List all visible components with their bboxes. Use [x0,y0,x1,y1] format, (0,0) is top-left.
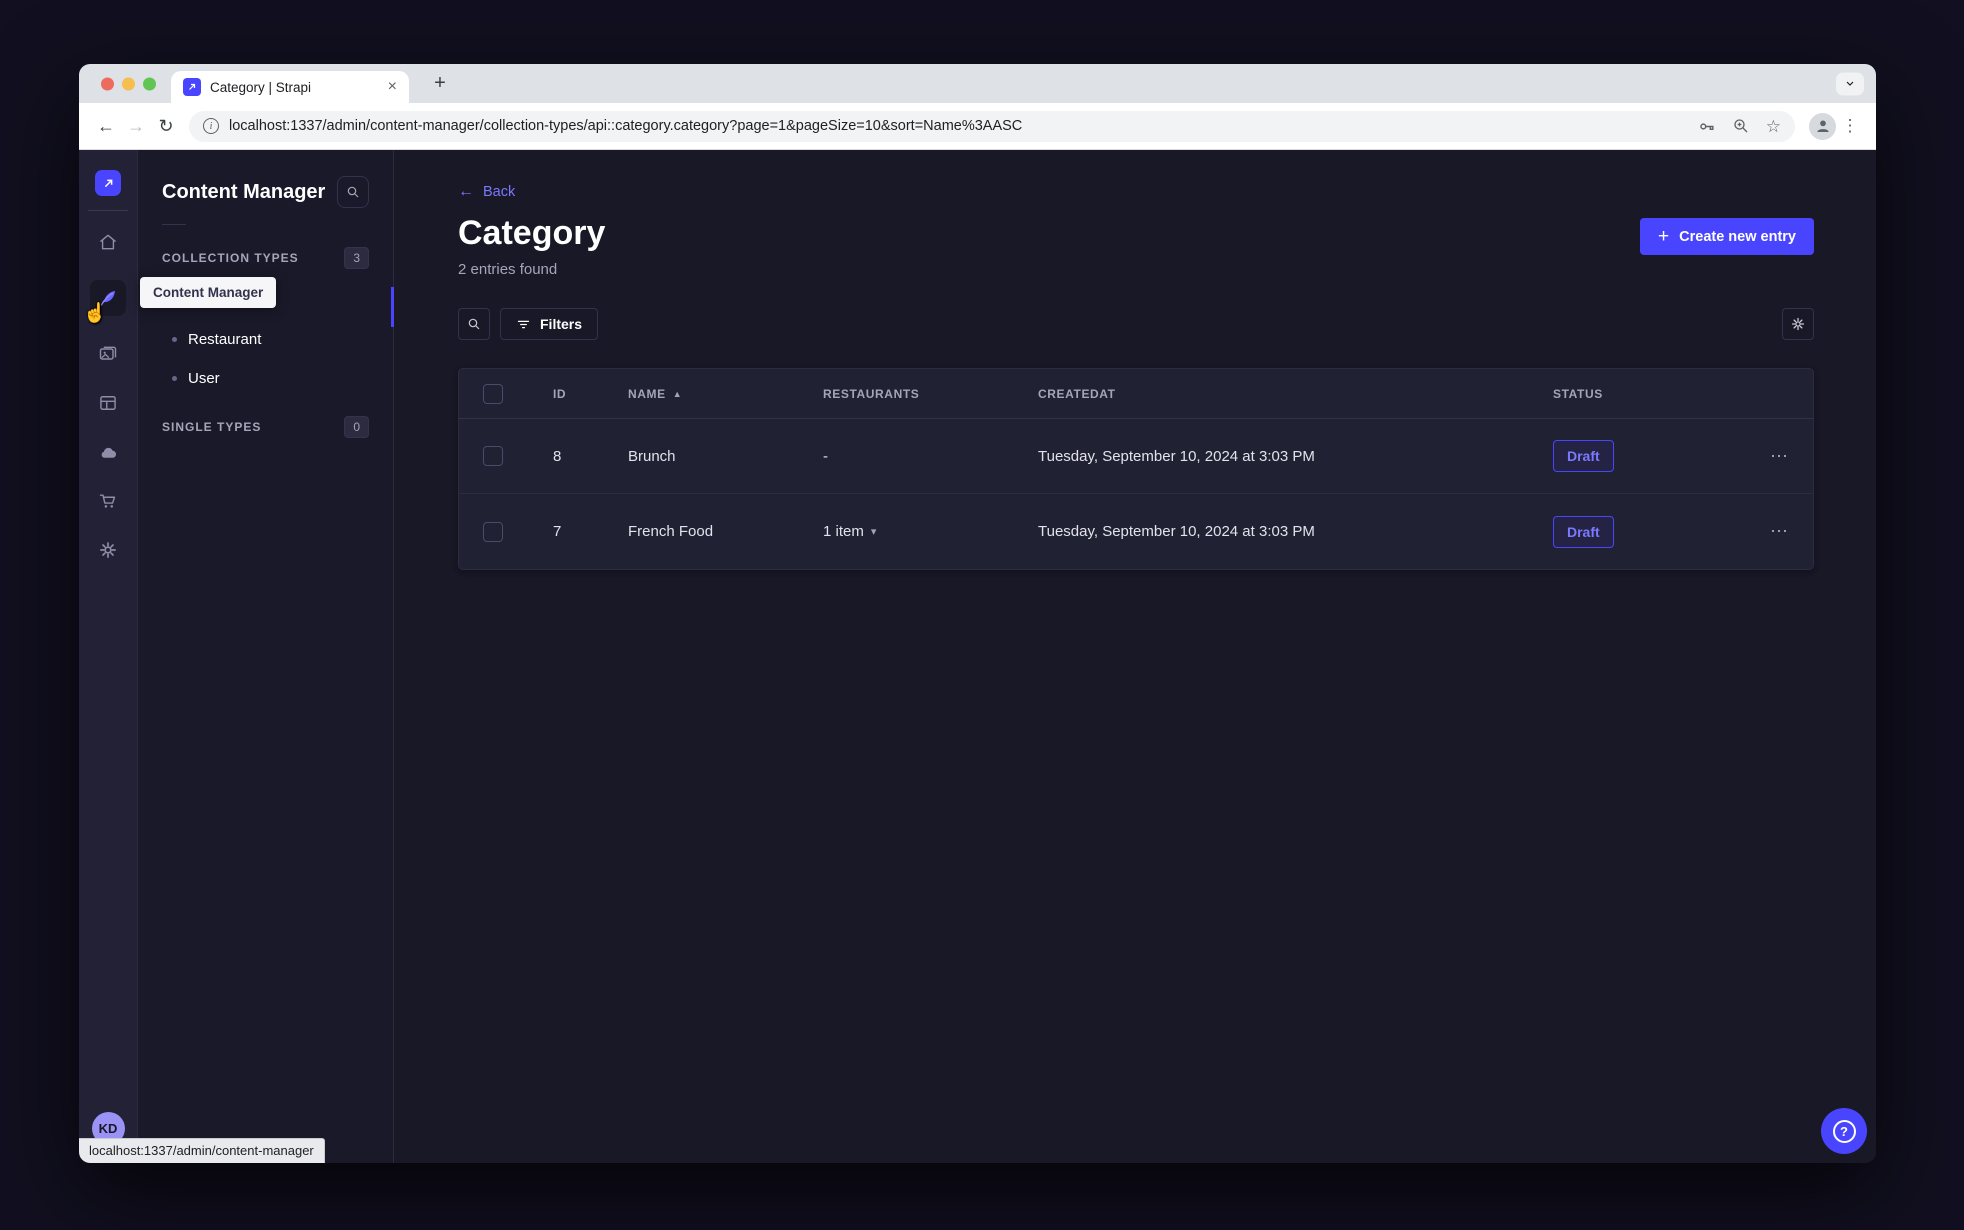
create-new-entry-button[interactable]: + Create new entry [1640,218,1814,255]
cell-id: 8 [553,447,562,465]
cell-restaurants: - [823,447,828,465]
column-header-restaurants[interactable]: RESTAURANTS [823,387,1038,401]
media-library-icon[interactable] [97,343,119,365]
select-all-checkbox[interactable] [483,383,503,404]
entries-table: ID NAME ▲ RESTAURANTS CREATEDAT STATUS 8… [458,368,1814,570]
single-types-count: 0 [344,416,369,438]
browser-tab[interactable]: Category | Strapi × [171,71,409,103]
column-header-createdat[interactable]: CREATEDAT [1038,387,1553,401]
subnav-divider [162,224,186,225]
column-header-id[interactable]: ID [553,387,628,401]
bullet-icon [172,376,177,381]
tab-list-chevron-button[interactable] [1836,72,1864,95]
sort-asc-icon: ▲ [672,388,683,399]
table-settings-button[interactable] [1782,308,1814,340]
entries-count: 2 entries found [458,261,558,278]
traffic-lights [101,77,156,90]
back-arrow-icon: ← [458,183,474,200]
zoom-page-icon[interactable] [1732,117,1750,135]
back-icon[interactable]: ← [91,111,121,141]
subnav-item-label: User [188,370,220,387]
content-manager-subnav: Content Manager COLLECTION TYPES 3 Categ… [138,150,394,1163]
tab-strip: Category | Strapi × + [79,64,1876,103]
cloud-icon[interactable] [97,441,119,463]
bookmark-star-icon[interactable]: ☆ [1766,118,1781,135]
cell-createdat: Tuesday, September 10, 2024 at 3:03 PM [1038,523,1315,540]
subnav-item-label: Restaurant [188,331,262,348]
filters-button[interactable]: Filters [500,308,599,340]
strapi-logo[interactable] [95,170,121,196]
cell-restaurants[interactable]: 1 item ▾ [823,523,1038,540]
main-nav-rail: ☝ KD [79,150,138,1163]
site-info-icon[interactable]: i [203,118,219,134]
browser-window: Category | Strapi × + ← → ↻ i localhost:… [79,64,1876,1163]
subnav-title: Content Manager [162,180,326,203]
new-tab-button[interactable]: + [427,71,453,97]
main-content: ← Back Category 2 entries found + Create… [394,150,1876,1163]
omnibox-actions: ☆ [1697,117,1781,136]
filters-label: Filters [540,316,583,332]
home-icon[interactable] [97,231,119,253]
row-actions-icon[interactable]: ⋯ [1713,521,1789,542]
collection-types-label: COLLECTION TYPES [162,251,299,265]
help-button[interactable]: ? [1821,1108,1867,1154]
mouse-cursor: ☝ [83,303,107,324]
content-type-builder-icon[interactable] [97,392,119,414]
subnav-search-button[interactable] [337,176,369,208]
settings-gear-icon[interactable] [97,539,119,561]
back-label: Back [483,184,516,200]
single-types-label: SINGLE TYPES [162,420,262,434]
search-button[interactable] [458,308,490,340]
table-header-row: ID NAME ▲ RESTAURANTS CREATEDAT STATUS [459,369,1813,419]
forward-icon: → [127,115,145,136]
address-bar[interactable]: i localhost:1337/admin/content-manager/c… [189,110,1795,142]
create-button-label: Create new entry [1679,228,1796,245]
status-badge: Draft [1553,440,1614,472]
collection-types-count: 3 [344,247,369,269]
minimize-window-button[interactable] [122,77,135,90]
active-item-indicator [391,287,394,327]
maximize-window-button[interactable] [143,77,156,90]
tab-close-icon[interactable]: × [386,79,399,95]
browser-toolbar: ← → ↻ i localhost:1337/admin/content-man… [79,103,1876,150]
reload-icon[interactable]: ↻ [151,111,181,141]
table-row[interactable]: 7 French Food 1 item ▾ Tuesday, Septembe… [459,494,1813,569]
strapi-favicon [183,78,201,96]
browser-menu-icon[interactable]: ⋮ [1836,116,1864,136]
content-manager-icon[interactable]: ☝ [83,280,126,324]
browser-status-bar: localhost:1337/admin/content-manager [79,1138,325,1163]
cell-createdat: Tuesday, September 10, 2024 at 3:03 PM [1038,447,1315,465]
marketplace-cart-icon[interactable] [97,490,119,512]
rail-divider [88,210,128,211]
filter-funnel-icon [517,320,530,328]
chevron-down-icon: ▾ [870,526,877,538]
table-row[interactable]: 8 Brunch - Tuesday, September 10, 2024 a… [459,419,1813,494]
subnav-item-user[interactable]: User [162,359,369,398]
content-manager-tooltip: Content Manager [140,277,277,308]
cell-id: 7 [553,523,562,540]
column-header-name[interactable]: NAME ▲ [628,387,823,401]
password-key-icon[interactable] [1697,117,1716,136]
url-text: localhost:1337/admin/content-manager/col… [229,118,1023,134]
row-checkbox[interactable] [483,446,503,466]
column-header-status[interactable]: STATUS [1553,387,1713,401]
cell-name: French Food [628,523,714,540]
bullet-icon [172,337,177,342]
browser-profile-avatar[interactable] [1809,112,1836,140]
status-badge: Draft [1553,515,1614,548]
strapi-app: ☝ KD Content Manager COLLECTION TYPES 3 … [79,150,1876,1163]
close-window-button[interactable] [101,77,114,90]
subnav-item-restaurant[interactable]: Restaurant [162,320,369,359]
row-checkbox[interactable] [483,521,503,542]
back-link[interactable]: ← Back [458,183,515,201]
question-mark-icon: ? [1832,1119,1856,1143]
cell-name: Brunch [628,447,676,465]
page-title: Category [458,214,606,252]
row-actions-icon[interactable]: ⋯ [1713,446,1789,467]
plus-icon: + [1658,226,1670,247]
tab-title: Category | Strapi [210,79,312,95]
